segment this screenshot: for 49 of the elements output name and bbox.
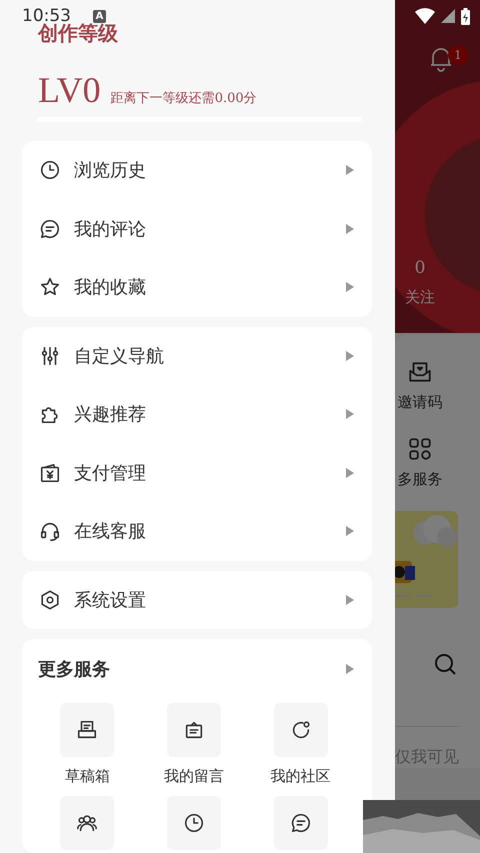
grid-icon — [407, 436, 433, 462]
service-tile[interactable] — [166, 703, 221, 757]
wifi-icon — [415, 8, 435, 24]
menu-item[interactable]: 我的评论 — [22, 200, 372, 258]
section-title: 创作等级 — [38, 21, 119, 47]
clock-icon — [39, 159, 61, 182]
service-label[interactable]: 多服务 — [398, 470, 442, 489]
headset-icon — [39, 520, 61, 542]
caret-icon — [346, 224, 354, 234]
clock-icon — [182, 812, 205, 834]
notification-icon: A — [93, 10, 106, 22]
caret-icon — [346, 282, 354, 292]
caret-icon — [346, 165, 354, 176]
menu-item[interactable]: 浏览历史 — [22, 141, 372, 200]
caret-icon — [346, 594, 354, 605]
service-tile[interactable] — [274, 796, 328, 850]
chat-bubble-icon — [290, 812, 312, 834]
caret-icon — [346, 409, 354, 420]
service-label[interactable]: 我的社区 — [270, 767, 331, 786]
caret-icon — [346, 350, 354, 361]
service-label[interactable]: 我的留言 — [164, 767, 224, 786]
battery-icon — [461, 8, 470, 24]
menu-item[interactable]: 我的收藏 — [22, 258, 372, 316]
service-tile[interactable] — [60, 796, 114, 850]
menu-item[interactable]: 系统设置 — [22, 570, 372, 629]
menu-item[interactable]: 在线客服 — [22, 502, 372, 560]
settings-icon — [39, 588, 61, 611]
tray-icon — [76, 719, 98, 741]
menu-item[interactable]: 自定义导航 — [22, 326, 372, 385]
menu-item[interactable]: 支付管理 — [22, 444, 372, 502]
caret-icon — [346, 526, 354, 536]
follow-count: 0 — [414, 258, 426, 278]
sliders-icon — [39, 344, 61, 367]
chat-bubble-icon — [39, 218, 61, 240]
section-title: 更多服务 — [38, 658, 110, 681]
signal-icon — [441, 9, 455, 23]
level-hint: 距离下一等级还需0.00分 — [110, 90, 257, 107]
menu-item[interactable]: 兴趣推荐 — [22, 385, 372, 444]
service-label[interactable]: 邀请码 — [398, 393, 442, 412]
level-label: LV0 — [38, 69, 101, 111]
service-tile[interactable] — [60, 703, 114, 757]
service-tile[interactable] — [274, 703, 328, 757]
bell-icon[interactable] — [429, 46, 453, 72]
service-label[interactable]: 草稿箱 — [64, 767, 110, 786]
yen-card-icon — [39, 462, 61, 484]
caret-icon — [346, 664, 354, 674]
service-tile[interactable] — [166, 796, 221, 850]
caret-icon — [346, 468, 354, 478]
search-icon[interactable] — [433, 652, 457, 676]
